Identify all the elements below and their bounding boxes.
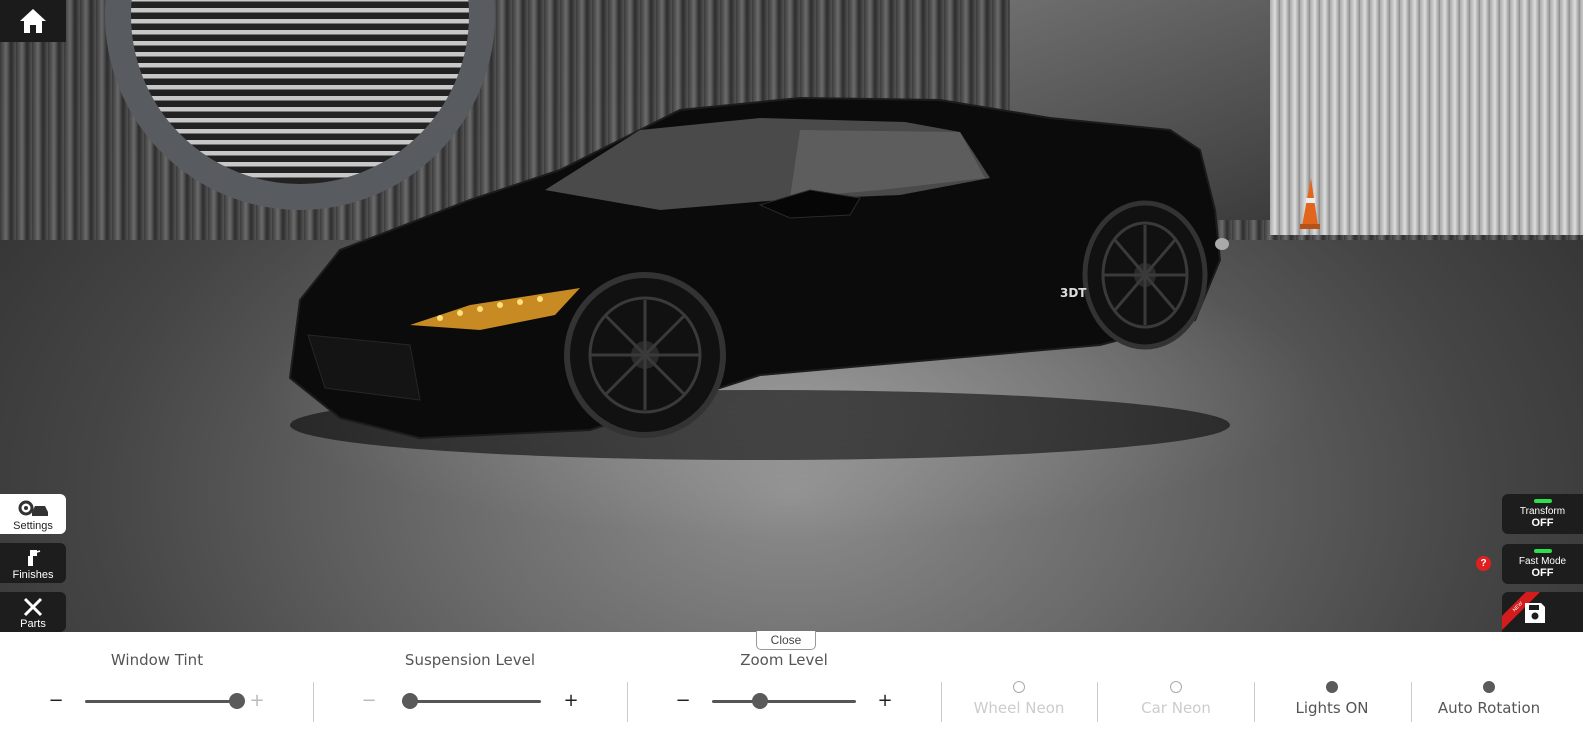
save-button[interactable]: NEW (1502, 592, 1583, 632)
auto-rotation-radio (1483, 681, 1495, 693)
window-tint-title: Window Tint (110, 651, 204, 669)
window-tint-decrease[interactable]: − (46, 690, 66, 712)
transform-label: Transform (1519, 506, 1566, 517)
fast-mode-label: Fast Mode (1518, 556, 1567, 567)
transform-indicator (1533, 499, 1552, 503)
finishes-label: Finishes (12, 569, 54, 581)
wheel-neon-radio (1013, 681, 1025, 693)
spray-gun-icon (25, 547, 41, 569)
window-tint-increase[interactable]: + (247, 690, 267, 712)
car-neon-toggle[interactable]: Car Neon (1097, 681, 1255, 717)
car-badge: 3DT (1060, 286, 1087, 300)
car-viewport[interactable]: 3DT (0, 0, 1583, 632)
settings-label: Settings (13, 520, 53, 532)
suspension-title: Suspension Level (404, 651, 536, 669)
suspension-track[interactable] (402, 700, 541, 703)
divider (313, 682, 314, 722)
home-icon (20, 9, 46, 33)
car-neon-label: Car Neon (1141, 699, 1211, 717)
zoom-decrease[interactable]: − (673, 690, 693, 712)
exhaust-tip (1215, 238, 1229, 250)
suspension-decrease[interactable]: − (359, 690, 379, 712)
suspension-increase[interactable]: + (561, 690, 581, 712)
zoom-track[interactable] (712, 700, 856, 703)
auto-rotation-label: Auto Rotation (1437, 699, 1541, 717)
zoom-knob[interactable] (751, 693, 768, 709)
wheel-neon-toggle[interactable]: Wheel Neon (940, 681, 1098, 717)
fast-mode-toggle[interactable]: Fast Mode OFF (1502, 544, 1583, 584)
fast-mode-state: OFF (1531, 567, 1554, 579)
lights-radio (1326, 681, 1338, 693)
window-tint-knob[interactable] (229, 693, 245, 709)
car-neon-radio (1170, 681, 1182, 693)
front-wheel (564, 272, 726, 438)
divider (627, 682, 628, 722)
car-model[interactable]: 3DT (0, 0, 1583, 632)
fast-mode-help-icon[interactable]: ? (1476, 556, 1491, 571)
transform-toggle[interactable]: Transform OFF (1502, 494, 1583, 534)
floppy-disk-icon (1525, 603, 1545, 623)
settings-car-icon (17, 498, 49, 520)
suspension-knob[interactable] (402, 693, 418, 709)
parts-button[interactable]: Parts (0, 592, 66, 632)
auto-rotation-toggle[interactable]: Auto Rotation (1410, 681, 1568, 717)
finishes-button[interactable]: Finishes (0, 543, 66, 583)
home-button[interactable] (0, 0, 66, 42)
window-tint-track[interactable] (85, 700, 237, 703)
lights-toggle[interactable]: Lights ON (1253, 681, 1411, 717)
close-panel-button[interactable]: Close (756, 631, 816, 650)
wheel-neon-label: Wheel Neon (973, 699, 1065, 717)
rear-wheel (1082, 200, 1208, 350)
traffic-cone (1300, 178, 1320, 229)
settings-button[interactable]: Settings (0, 494, 66, 534)
fast-mode-indicator (1533, 549, 1552, 553)
wrench-screwdriver-icon (22, 596, 44, 618)
transform-state: OFF (1531, 517, 1554, 529)
zoom-increase[interactable]: + (875, 690, 895, 712)
lights-label: Lights ON (1295, 699, 1369, 717)
zoom-title: Zoom Level (740, 651, 828, 669)
parts-label: Parts (20, 618, 46, 630)
